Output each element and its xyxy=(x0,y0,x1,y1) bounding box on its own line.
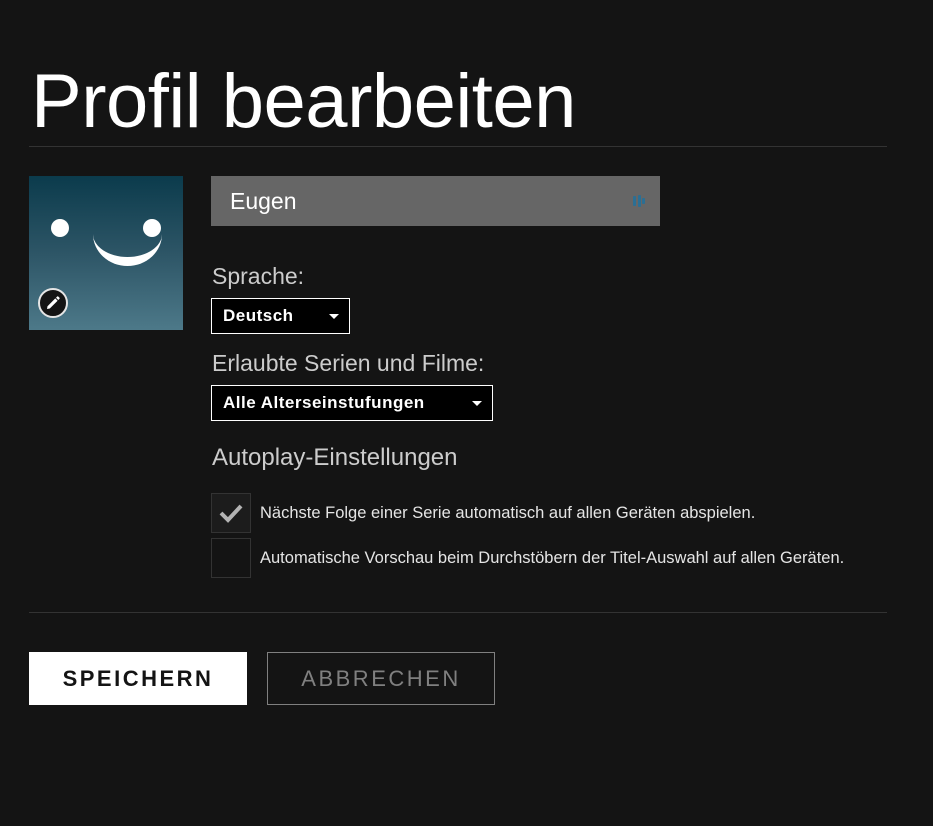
avatar-left-eye xyxy=(51,219,69,237)
caret-down-icon xyxy=(472,401,482,406)
autoplay-previews-checkbox[interactable] xyxy=(211,538,251,578)
autoplay-next-episode-checkbox[interactable] xyxy=(211,493,251,533)
cancel-button[interactable]: ABBRECHEN xyxy=(267,652,495,705)
page-title: Profil bearbeiten xyxy=(31,59,576,144)
language-selected: Deutsch xyxy=(223,306,294,325)
maturity-selected: Alle Alterseinstufungen xyxy=(223,393,425,412)
language-dropdown[interactable]: Deutsch xyxy=(211,298,350,334)
profile-name-input[interactable] xyxy=(211,176,660,226)
avatar-mouth xyxy=(93,234,162,266)
bottom-divider xyxy=(29,612,887,613)
password-manager-key-icon[interactable] xyxy=(632,193,646,209)
language-label: Sprache: xyxy=(212,263,305,289)
autoplay-previews-option[interactable]: Automatische Vorschau beim Durchstöbern … xyxy=(211,538,844,578)
maturity-dropdown[interactable]: Alle Alterseinstufungen xyxy=(211,385,493,421)
caret-down-icon xyxy=(329,314,339,319)
save-button[interactable]: SPEICHERN xyxy=(29,652,247,705)
pencil-icon[interactable] xyxy=(38,288,68,318)
checkmark-icon xyxy=(219,504,243,523)
autoplay-next-episode-label: Nächste Folge einer Serie automatisch au… xyxy=(260,503,756,522)
profile-avatar[interactable] xyxy=(29,176,183,330)
edit-profile-page: Profil bearbeiten Sprache: Deutsch Erlau… xyxy=(0,0,933,826)
autoplay-heading: Autoplay-Einstellungen xyxy=(212,444,458,471)
autoplay-previews-label: Automatische Vorschau beim Durchstöbern … xyxy=(260,548,845,567)
top-divider xyxy=(29,146,887,147)
maturity-label: Erlaubte Serien und Filme: xyxy=(212,350,485,376)
autoplay-next-episode-option[interactable]: Nächste Folge einer Serie automatisch au… xyxy=(211,493,755,533)
